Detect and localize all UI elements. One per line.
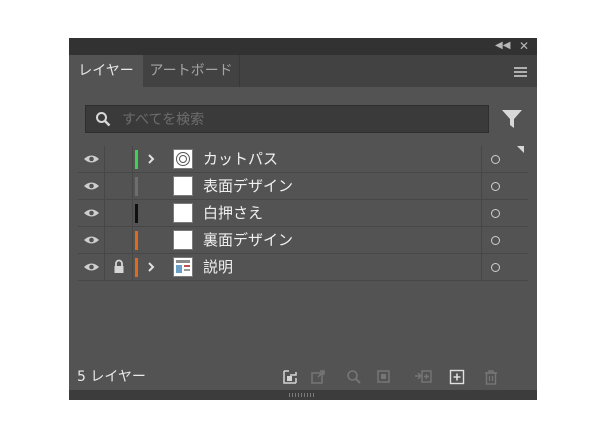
layer-color-swatch xyxy=(135,204,138,223)
search-box xyxy=(85,105,489,134)
tab-layers[interactable]: レイヤー xyxy=(69,55,143,87)
layer-target[interactable] xyxy=(481,200,528,226)
target-circle-icon xyxy=(176,152,190,166)
target-circle-icon xyxy=(491,209,500,218)
visibility-toggle[interactable] xyxy=(78,200,105,226)
panel-footer: 5 レイヤー xyxy=(69,364,537,390)
layer-row[interactable]: カットパス xyxy=(78,146,528,173)
filter-icon[interactable] xyxy=(501,109,523,129)
layer-name[interactable]: 白押さえ xyxy=(203,200,263,226)
tab-artboards[interactable]: アートボード xyxy=(143,55,240,87)
lock-icon xyxy=(114,259,124,273)
target-circle-icon xyxy=(491,182,500,191)
layer-color-swatch xyxy=(135,177,138,196)
layer-color-swatch xyxy=(135,231,138,250)
layer-count: 5 レイヤー xyxy=(77,369,146,385)
locate-object-icon xyxy=(347,370,361,384)
layer-target[interactable] xyxy=(481,146,528,172)
resize-grip-icon[interactable] xyxy=(289,393,315,397)
collapse-panel-icon[interactable]: ◀◀ xyxy=(495,40,510,52)
eye-icon xyxy=(84,155,99,163)
layer-color-swatch xyxy=(135,258,138,277)
layer-target[interactable] xyxy=(481,227,528,253)
layer-thumbnail xyxy=(173,176,193,196)
eye-icon xyxy=(84,236,99,244)
close-panel-icon[interactable]: ✕ xyxy=(519,40,529,52)
layer-target[interactable] xyxy=(481,254,528,280)
layer-thumbnail xyxy=(173,257,193,277)
layer-row[interactable]: 裏面デザイン xyxy=(78,227,528,254)
layer-name[interactable]: 説明 xyxy=(203,254,233,280)
chevron-right-icon[interactable] xyxy=(146,259,156,275)
panel-resize-bar[interactable] xyxy=(69,390,537,400)
panel-tab-bar: レイヤー アートボード xyxy=(69,55,537,87)
layer-row[interactable]: 説明 xyxy=(78,254,528,281)
eye-icon xyxy=(84,263,99,271)
collect-for-export-icon[interactable] xyxy=(281,368,299,386)
layer-name[interactable]: カットパス xyxy=(203,146,278,172)
target-circle-icon xyxy=(491,155,500,164)
layer-thumbnail xyxy=(173,230,193,250)
lock-toggle[interactable] xyxy=(105,254,133,280)
visibility-toggle[interactable] xyxy=(78,227,105,253)
layer-color-swatch xyxy=(135,150,138,169)
eye-icon xyxy=(84,182,99,190)
lock-toggle[interactable] xyxy=(105,173,133,199)
layers-list: カットパス 表面デザイン 白押さえ 裏面デザイン 説明 xyxy=(78,146,528,364)
export-icon xyxy=(311,370,325,384)
visibility-toggle[interactable] xyxy=(78,254,105,280)
layer-row[interactable]: 白押さえ xyxy=(78,200,528,227)
lock-toggle[interactable] xyxy=(105,227,133,253)
create-new-layer-icon[interactable] xyxy=(448,368,466,386)
create-sublayer-icon xyxy=(415,370,432,383)
layer-thumbnail xyxy=(173,149,193,169)
panel-title-bar: ◀◀ ✕ xyxy=(69,38,537,55)
lock-toggle[interactable] xyxy=(105,146,133,172)
search-input[interactable] xyxy=(120,106,484,134)
layer-row[interactable]: 表面デザイン xyxy=(78,173,528,200)
eye-icon xyxy=(84,209,99,217)
target-circle-icon xyxy=(491,236,500,245)
target-circle-icon xyxy=(491,263,500,272)
make-clipping-mask-icon xyxy=(377,370,390,383)
lock-toggle[interactable] xyxy=(105,200,133,226)
chevron-right-icon[interactable] xyxy=(146,151,156,167)
layer-name[interactable]: 表面デザイン xyxy=(203,173,293,199)
search-icon xyxy=(96,112,111,127)
layer-target[interactable] xyxy=(481,173,528,199)
layers-panel: ◀◀ ✕ レイヤー アートボード カットパス xyxy=(69,38,537,400)
layer-name[interactable]: 裏面デザイン xyxy=(203,227,293,253)
layer-thumbnail xyxy=(173,203,193,223)
panel-menu-icon[interactable] xyxy=(514,67,527,77)
document-thumbnail-icon xyxy=(176,260,190,273)
delete-layer-icon xyxy=(485,370,497,385)
visibility-toggle[interactable] xyxy=(78,173,105,199)
visibility-toggle[interactable] xyxy=(78,146,105,172)
